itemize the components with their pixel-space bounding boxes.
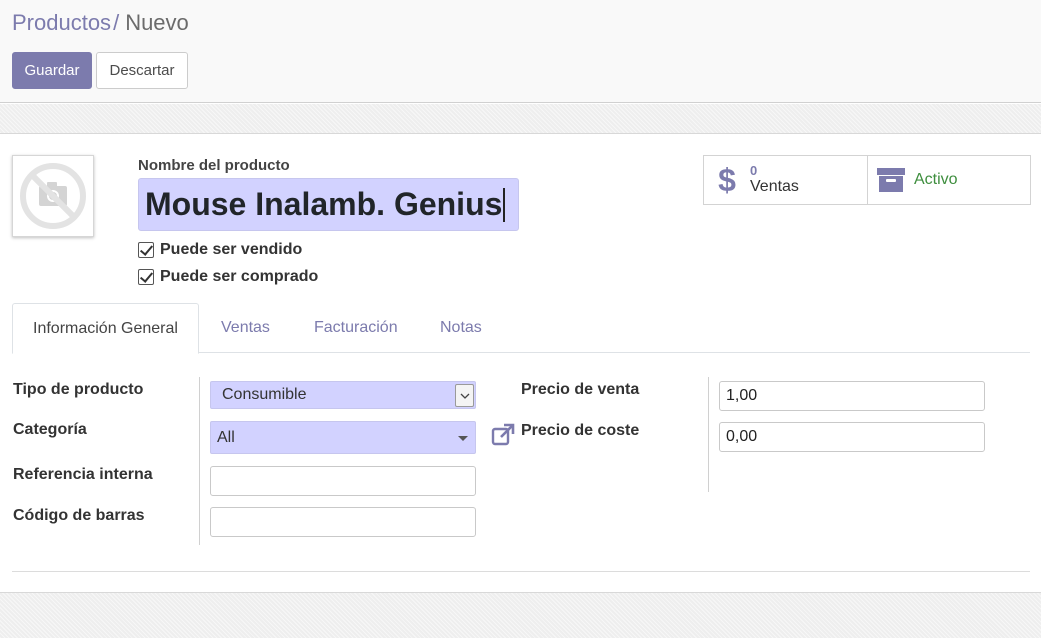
- archive-icon: [877, 168, 905, 192]
- product-type-value: Consumible: [222, 386, 307, 403]
- sale-price-input[interactable]: 1,00: [719, 381, 985, 411]
- category-select[interactable]: All: [210, 421, 476, 454]
- form-sheet: Nombre del producto Mouse Inalamb. Geniu…: [0, 135, 1041, 592]
- can-be-sold-label: Puede ser vendido: [160, 241, 303, 258]
- save-button[interactable]: Guardar: [12, 52, 92, 89]
- can-be-purchased-label: Puede ser comprado: [160, 268, 319, 285]
- breadcrumb-separator: /: [113, 10, 120, 35]
- sales-smart-button[interactable]: $ 0 Ventas: [704, 156, 867, 204]
- breadcrumb: Productos/Nuevo: [12, 10, 189, 36]
- can-be-purchased-checkbox[interactable]: Puede ser comprado: [138, 268, 318, 286]
- control-panel: Productos/Nuevo Guardar Descartar: [0, 0, 1041, 103]
- internal-reference-label: Referencia interna: [13, 466, 153, 483]
- form-divider: [12, 571, 1030, 572]
- product-type-select[interactable]: Consumible: [210, 381, 476, 409]
- tab-notas[interactable]: Notas: [440, 303, 482, 353]
- product-name-value: Mouse Inalamb. Genius: [145, 186, 503, 222]
- sales-label: Ventas: [750, 178, 799, 196]
- can-be-sold-checkbox[interactable]: Puede ser vendido: [138, 241, 302, 259]
- dollar-icon: $: [718, 161, 736, 198]
- price-label-separator: [708, 377, 709, 492]
- cost-price-label: Precio de coste: [521, 422, 640, 439]
- category-value: All: [217, 428, 235, 446]
- category-label: Categoría: [13, 421, 87, 438]
- external-link-icon[interactable]: [490, 422, 516, 448]
- caret-down-icon: [458, 436, 468, 441]
- chevron-down-icon: [455, 384, 474, 407]
- sheet-background-bottom: [0, 592, 1041, 638]
- text-caret: [503, 187, 506, 222]
- product-name-label: Nombre del producto: [138, 157, 290, 174]
- active-toggle-button[interactable]: Activo: [867, 156, 1030, 204]
- internal-reference-input[interactable]: [210, 466, 476, 496]
- sheet-background-top: [0, 104, 1041, 134]
- checkbox-checked-icon: [138, 242, 154, 258]
- discard-button[interactable]: Descartar: [96, 52, 188, 89]
- notebook-tabs: Información General Ventas Facturación N…: [12, 303, 1030, 354]
- sales-count: 0: [750, 163, 758, 179]
- tab-facturacion[interactable]: Facturación: [314, 303, 398, 353]
- label-separator: [199, 377, 200, 545]
- barcode-label: Código de barras: [13, 507, 145, 524]
- active-label: Activo: [914, 171, 958, 188]
- tab-ventas[interactable]: Ventas: [221, 303, 270, 353]
- breadcrumb-productos-link[interactable]: Productos: [12, 10, 111, 35]
- product-type-label: Tipo de producto: [13, 381, 144, 398]
- camera-placeholder-icon: [20, 163, 86, 229]
- sale-price-label: Precio de venta: [521, 381, 640, 398]
- product-image-field[interactable]: [12, 155, 94, 237]
- breadcrumb-current: Nuevo: [125, 10, 189, 35]
- checkbox-checked-icon: [138, 269, 154, 285]
- product-name-input[interactable]: Mouse Inalamb. Genius: [138, 178, 519, 231]
- smart-buttons: $ 0 Ventas Activo: [703, 155, 1031, 205]
- tab-informacion-general[interactable]: Información General: [12, 303, 199, 354]
- cost-price-input[interactable]: 0,00: [719, 422, 985, 452]
- barcode-input[interactable]: [210, 507, 476, 537]
